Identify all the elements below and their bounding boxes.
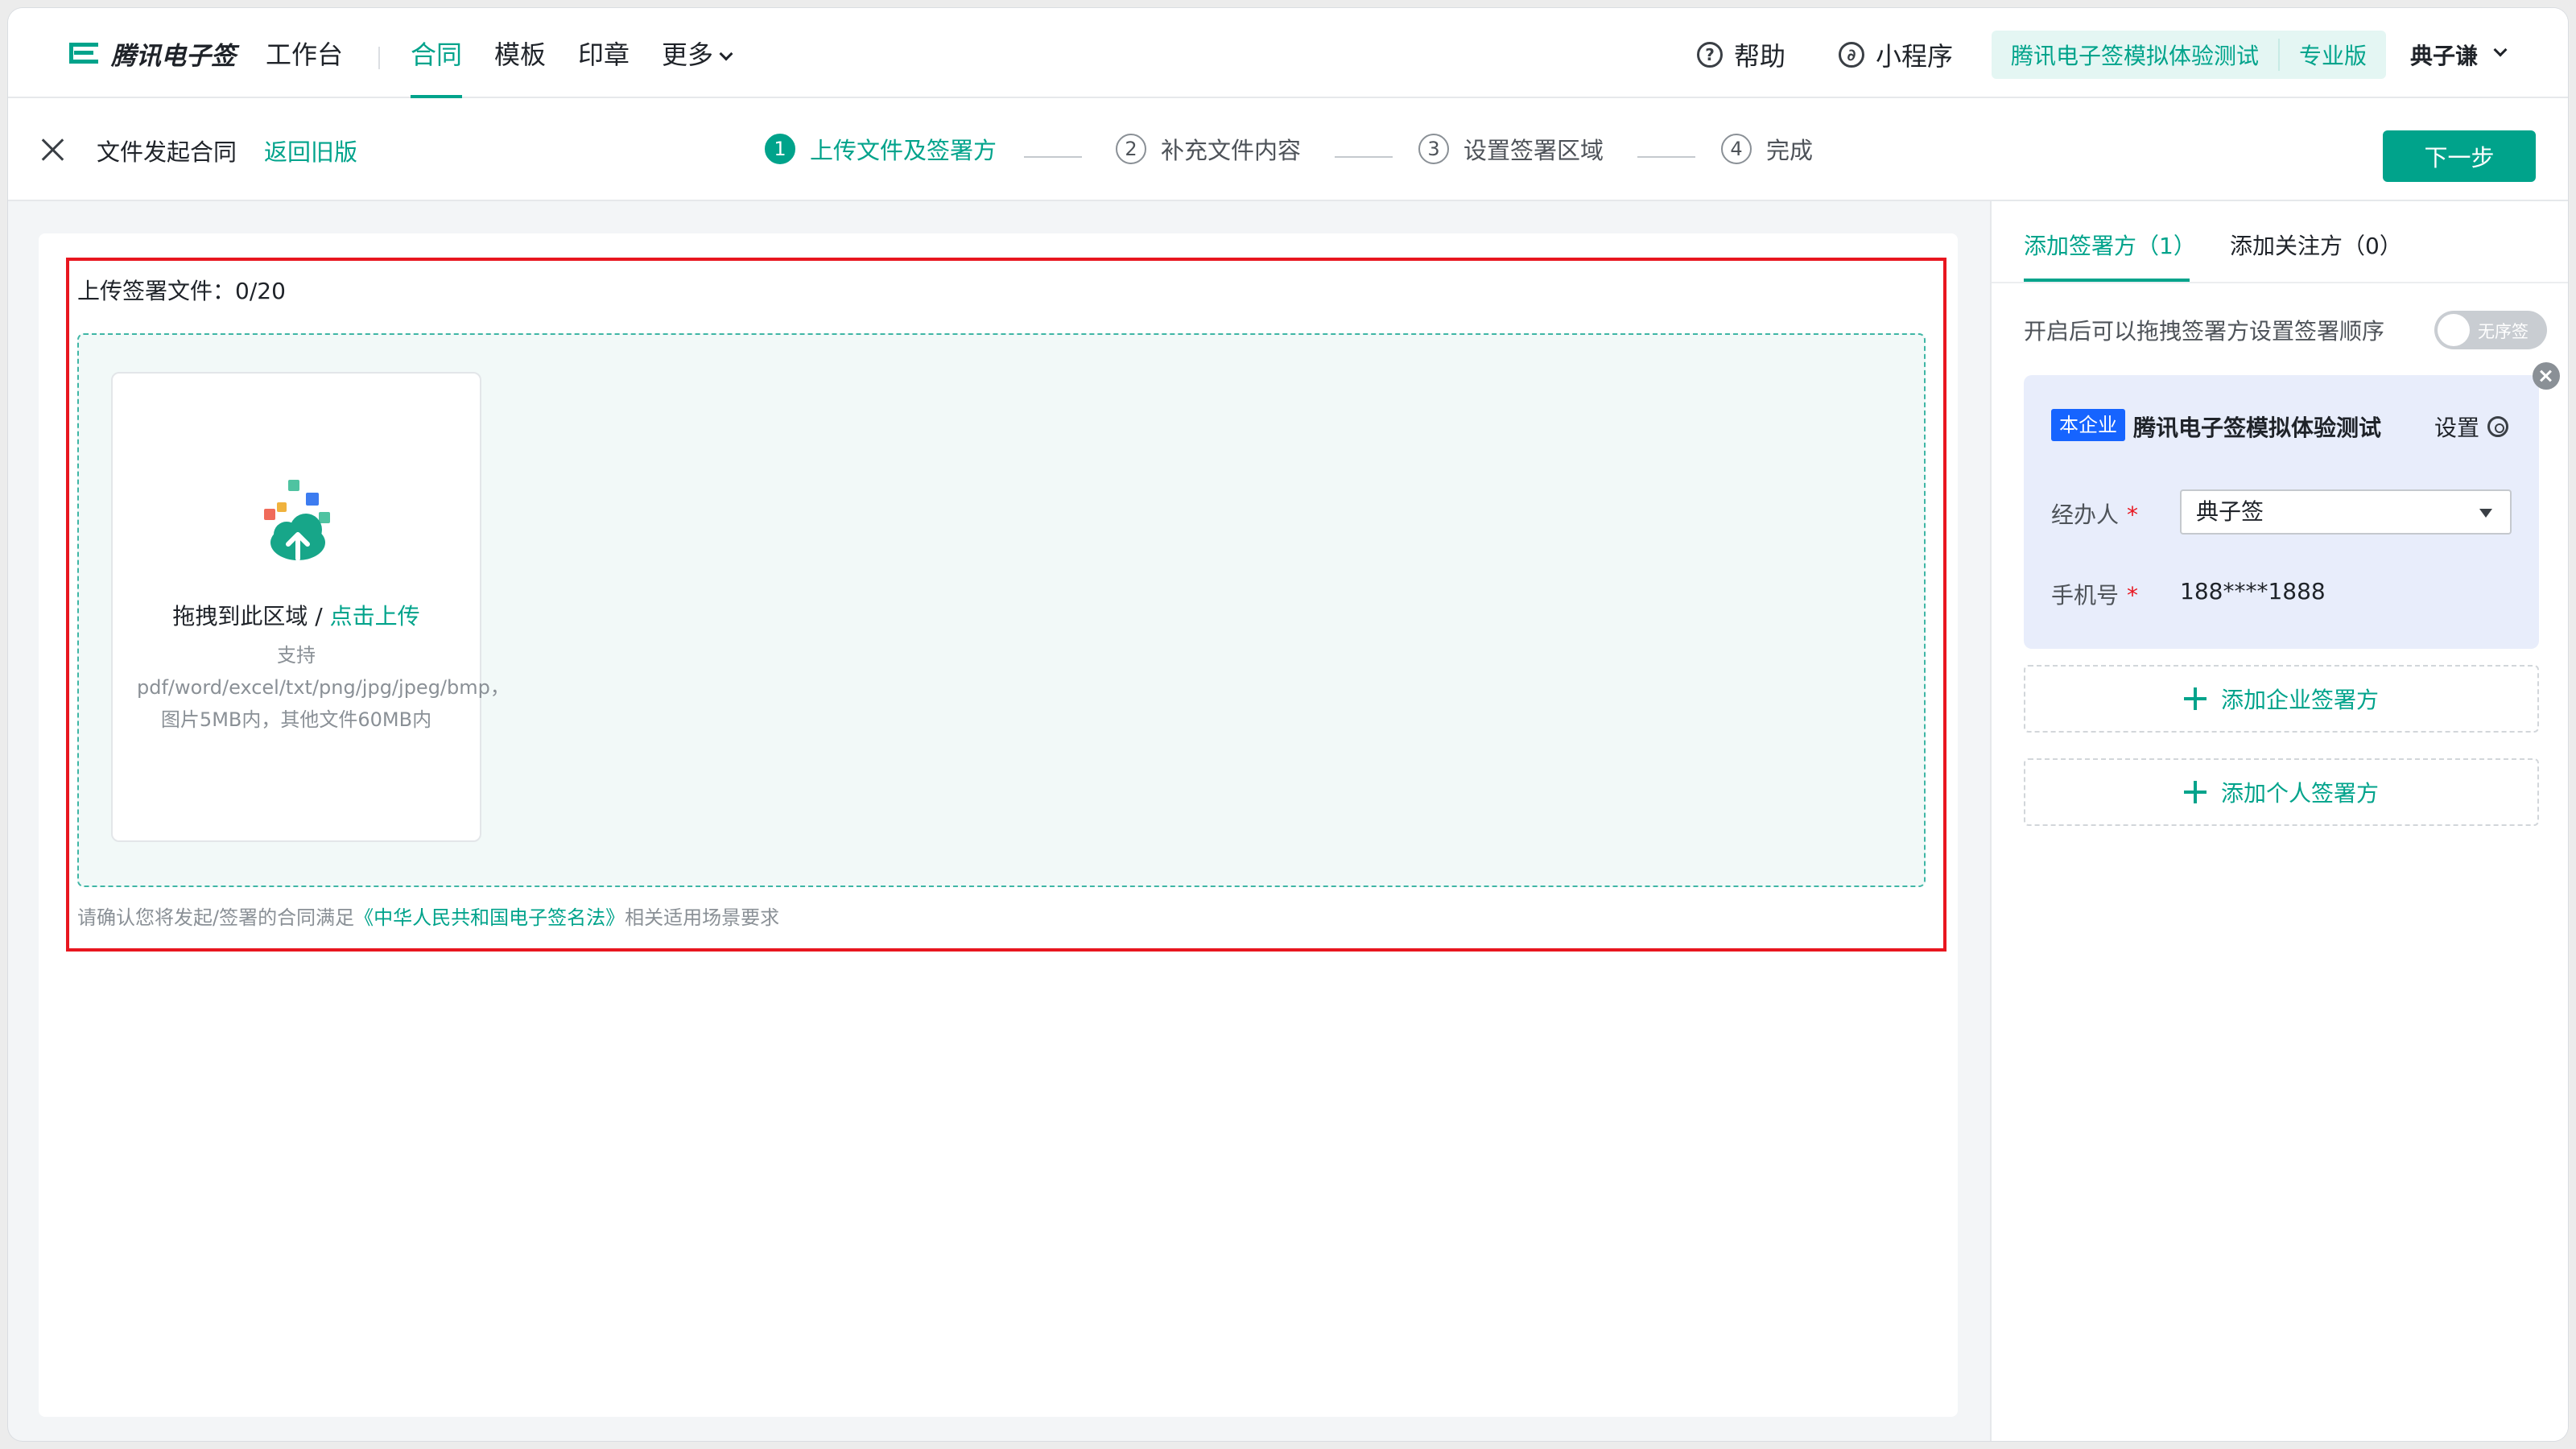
- plus-icon: [2183, 781, 2207, 803]
- e-signature-law-link[interactable]: 《中华人民共和国电子签名法》: [354, 906, 625, 929]
- nav-item-more[interactable]: 更多: [662, 37, 733, 72]
- nav-item-contract[interactable]: 合同: [411, 37, 462, 72]
- nav-item-workbench[interactable]: 工作台: [266, 37, 343, 72]
- step-number: 4: [1721, 134, 1752, 164]
- gear-icon: [2487, 416, 2509, 437]
- drop-text: 拖拽到此区域 /: [172, 603, 330, 630]
- brand-logo[interactable]: 腾讯电子签: [68, 34, 236, 72]
- brand-icon: [69, 43, 98, 64]
- brand-name: 腾讯电子签: [111, 41, 236, 71]
- step-3: 3 设置签署区域: [1418, 132, 1604, 166]
- upload-file-count: 上传签署文件：0/20: [77, 278, 286, 304]
- caret-down-icon: [2479, 509, 2492, 518]
- own-enterprise-badge: 本企业: [2051, 409, 2125, 441]
- nav-item-seal[interactable]: 印章: [578, 37, 630, 72]
- edition-badge: 专业版: [2278, 39, 2386, 71]
- step-number: 3: [1418, 134, 1449, 164]
- miniprogram-label: 小程序: [1876, 41, 1954, 72]
- back-to-old-version-link[interactable]: 返回旧版: [264, 134, 357, 167]
- nav-more-label: 更多: [662, 39, 714, 70]
- operator-label: 经办人 *: [2051, 502, 2139, 528]
- drop-instruction: 拖拽到此区域 / 点击上传: [113, 599, 480, 631]
- law-prefix: 请确认您将发起/签署的合同满足: [77, 906, 355, 929]
- org-name: 腾讯电子签模拟体验测试: [2011, 43, 2260, 69]
- step-number: 2: [1116, 134, 1146, 164]
- next-step-button[interactable]: 下一步: [2383, 130, 2536, 182]
- upload-card[interactable]: 拖拽到此区域 / 点击上传 支持pdf/word/excel/txt/png/j…: [111, 372, 510, 842]
- step-number: 1: [765, 134, 795, 164]
- plus-icon: [2183, 687, 2207, 710]
- step-label: 设置签署区域: [1463, 137, 1604, 164]
- help-icon: ?: [1697, 42, 1723, 68]
- file-format-hint: 支持pdf/word/excel/txt/png/jpg/jpeg/bmp，图片…: [137, 644, 510, 731]
- tab-active-indicator: [2024, 279, 2190, 282]
- step-label: 完成: [1766, 137, 1814, 164]
- signer-settings-button[interactable]: 设置: [2434, 411, 2509, 443]
- wizard-header: 文件发起合同 返回旧版 1 上传文件及签署方 2 补充文件内容 3 设置签署区域…: [8, 98, 2568, 201]
- step-connector: [1024, 156, 1082, 158]
- add-personal-signer-button[interactable]: 添加个人签署方: [2024, 758, 2539, 826]
- step-1: 1 上传文件及签署方: [765, 132, 997, 166]
- signing-order-hint: 开启后可以拖拽签署方设置签署顺序: [2024, 318, 2385, 345]
- org-switcher[interactable]: 腾讯电子签模拟体验测试 专业版: [1992, 31, 2387, 79]
- top-navigation: 腾讯电子签 工作台 合同 模板 印章 更多 ? 帮助 ∂ 小程序 腾讯电子签模拟…: [8, 8, 2568, 98]
- tab-add-signers[interactable]: 添加签署方（1）: [2024, 229, 2196, 261]
- phone-value: 188****1888: [2180, 578, 2326, 605]
- tab-divider: [1992, 282, 2568, 283]
- legal-notice: 请确认您将发起/签署的合同满足《中华人民共和国电子签名法》相关适用场景要求: [77, 902, 779, 930]
- step-connector: [1335, 156, 1393, 158]
- settings-label: 设置: [2434, 415, 2480, 441]
- signer-panel: 添加签署方（1） 添加关注方（0） 开启后可以拖拽签署方设置签署顺序 无序签 本…: [1990, 201, 2568, 1441]
- toggle-label: 无序签: [2478, 322, 2529, 341]
- step-label: 补充文件内容: [1161, 137, 1302, 164]
- law-suffix: 相关适用场景要求: [625, 906, 780, 929]
- chevron-down-icon: [2493, 43, 2508, 57]
- cloud-upload-icon: [264, 480, 330, 561]
- operator-select[interactable]: 典子签: [2180, 489, 2512, 535]
- user-menu[interactable]: 典子谦: [2410, 37, 2508, 72]
- miniprogram-icon: ∂: [1839, 42, 1864, 68]
- enterprise-name: 腾讯电子签模拟体验测试: [2133, 415, 2382, 441]
- signing-order-toggle[interactable]: 无序签: [2434, 311, 2547, 349]
- nav-item-template[interactable]: 模板: [494, 37, 546, 72]
- step-label: 上传文件及签署方: [810, 137, 997, 164]
- help-label: 帮助: [1734, 41, 1786, 72]
- user-name: 典子谦: [2410, 43, 2479, 69]
- phone-label: 手机号 *: [2051, 582, 2139, 609]
- close-icon[interactable]: [40, 137, 66, 163]
- help-button[interactable]: ? 帮助: [1697, 37, 1785, 72]
- tab-add-watchers[interactable]: 添加关注方（0）: [2230, 229, 2402, 261]
- step-4: 4 完成: [1721, 132, 1813, 166]
- app-window: 腾讯电子签 工作台 合同 模板 印章 更多 ? 帮助 ∂ 小程序 腾讯电子签模拟…: [8, 8, 2568, 1441]
- signer-card: 本企业 腾讯电子签模拟体验测试 设置 经办人 * 典子签 手机号 * 188****…: [2024, 375, 2539, 649]
- remove-signer-icon[interactable]: [2533, 362, 2560, 390]
- add-person-label: 添加个人签署方: [2220, 780, 2379, 807]
- page-title: 文件发起合同: [97, 138, 237, 166]
- step-2: 2 补充文件内容: [1116, 132, 1301, 166]
- click-upload-link[interactable]: 点击上传: [330, 603, 420, 630]
- add-enterprise-label: 添加企业签署方: [2220, 687, 2379, 713]
- toggle-knob: [2438, 314, 2470, 346]
- nav-divider: [378, 47, 380, 69]
- miniprogram-button[interactable]: ∂ 小程序: [1839, 37, 1953, 72]
- chevron-down-icon: [719, 47, 733, 61]
- step-connector: [1637, 156, 1695, 158]
- add-enterprise-signer-button[interactable]: 添加企业签署方: [2024, 665, 2539, 733]
- operator-value: 典子签: [2196, 498, 2264, 525]
